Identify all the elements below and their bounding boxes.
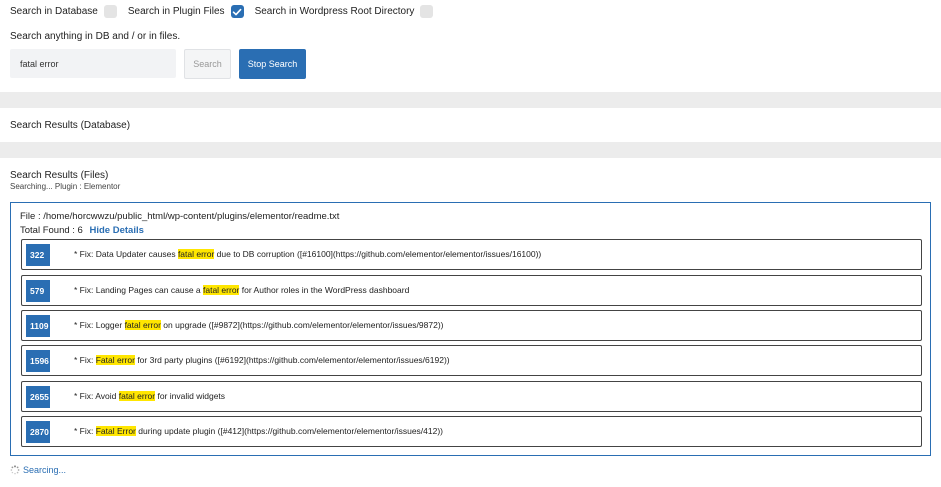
result-row: 579 * Fix: Landing Pages can cause a fat…	[21, 275, 922, 306]
text-after: for 3rd party plugins ([#6192](https://g…	[134, 355, 450, 365]
file-path: File : /home/horcwwzu/public_html/wp-con…	[20, 211, 340, 222]
line-number-badge[interactable]: 1596	[26, 350, 50, 372]
database-checkbox[interactable]	[103, 5, 117, 18]
result-text: * Fix: Fatal error for 3rd party plugins…	[74, 355, 450, 365]
text-before: * Fix:	[74, 426, 96, 436]
text-after: during update plugin ([#412](https://git…	[135, 426, 444, 436]
search-status-text: Searcing...	[23, 465, 67, 475]
line-number-badge[interactable]: 2655	[26, 386, 50, 408]
spinner-icon	[10, 465, 20, 475]
text-after: on upgrade ([#9872](https://github.com/e…	[160, 320, 444, 330]
text-before: * Fix: Logger	[74, 320, 125, 330]
result-row: 2870 * Fix: Fatal Error during update pl…	[21, 416, 922, 447]
text-before: * Fix: Data Updater causes	[74, 249, 178, 259]
search-input[interactable]	[10, 49, 176, 78]
match-highlight: fatal error	[177, 249, 215, 259]
result-row: 322 * Fix: Data Updater causes fatal err…	[21, 239, 922, 270]
search-options: Search in Database Search in Plugin File…	[10, 5, 444, 18]
match-highlight: fatal error	[203, 285, 240, 295]
search-button[interactable]: Search	[184, 49, 231, 79]
line-number-badge[interactable]: 2870	[26, 421, 50, 443]
match-highlight: fatal error	[118, 391, 156, 401]
result-text: * Fix: Avoid fatal error for invalid wid…	[74, 391, 225, 401]
checkmark-icon	[232, 8, 242, 15]
text-before: * Fix: Landing Pages can cause a	[74, 285, 203, 295]
result-text: * Fix: Landing Pages can cause a fatal e…	[74, 285, 409, 295]
text-after: for invalid widgets	[155, 391, 226, 401]
stop-search-button[interactable]: Stop Search	[239, 49, 306, 79]
line-number-badge[interactable]: 1109	[26, 315, 50, 337]
option-plugin-files[interactable]: Search in Plugin Files	[128, 5, 244, 18]
option-database[interactable]: Search in Database	[10, 5, 117, 18]
option-root-directory[interactable]: Search in Wordpress Root Directory	[255, 5, 434, 18]
hide-details-link[interactable]: Hide Details	[90, 225, 144, 236]
file-results-title: Search Results (Files)	[10, 170, 109, 181]
file-result-box: File : /home/horcwwzu/public_html/wp-con…	[10, 202, 931, 456]
match-highlight: Fatal error	[95, 355, 135, 365]
result-row: 2655 * Fix: Avoid fatal error for invali…	[21, 381, 922, 412]
result-text: * Fix: Logger fatal error on upgrade ([#…	[74, 320, 444, 330]
search-hint: Search anything in DB and / or in files.	[10, 31, 181, 42]
database-results-panel: Search Results (Database)	[0, 108, 941, 142]
text-before: * Fix: Avoid	[74, 391, 119, 401]
match-highlight: Fatal Error	[95, 426, 136, 436]
divider	[0, 92, 941, 108]
file-results-subtitle: Searching... Plugin : Elementor	[10, 182, 121, 191]
option-plugin-files-label: Search in Plugin Files	[127, 6, 225, 17]
text-after: for Author roles in the WordPress dashbo…	[239, 285, 410, 295]
search-status: Searcing...	[10, 465, 66, 475]
root-directory-checkbox[interactable]	[420, 5, 434, 18]
result-row: 1596 * Fix: Fatal error for 3rd party pl…	[21, 345, 922, 376]
result-row: 1109 * Fix: Logger fatal error on upgrad…	[21, 310, 922, 341]
option-root-directory-label: Search in Wordpress Root Directory	[254, 6, 415, 17]
text-before: * Fix:	[74, 355, 96, 365]
text-after: due to DB corruption ([#16100](https://g…	[214, 249, 542, 259]
match-highlight: fatal error	[124, 320, 161, 330]
plugin-files-checkbox[interactable]	[230, 5, 244, 18]
line-number-badge[interactable]: 579	[26, 280, 50, 302]
option-database-label: Search in Database	[10, 6, 98, 17]
total-found: Total Found : 6 Hide Details	[20, 225, 144, 236]
line-number-badge[interactable]: 322	[26, 244, 50, 266]
search-panel: Search in Database Search in Plugin File…	[0, 0, 941, 92]
result-text: * Fix: Fatal Error during update plugin …	[74, 426, 443, 436]
result-text: * Fix: Data Updater causes fatal error d…	[74, 249, 541, 259]
divider	[0, 142, 941, 158]
total-found-label: Total Found : 6	[20, 225, 83, 236]
database-results-title: Search Results (Database)	[10, 120, 131, 131]
